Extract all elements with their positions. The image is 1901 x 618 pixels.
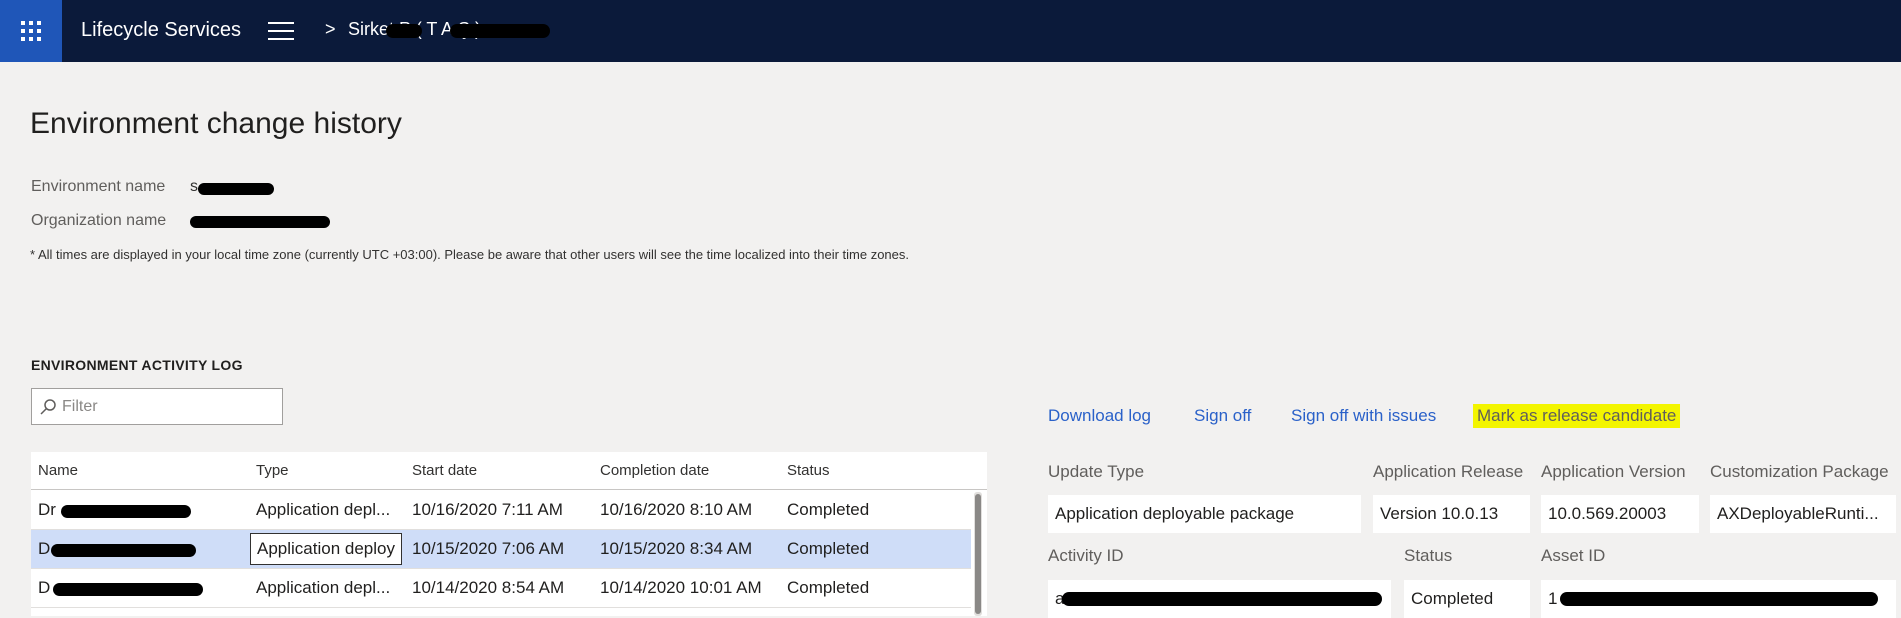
mark-release-candidate-link[interactable]: Mark as release candidate (1473, 404, 1681, 428)
application-version-label: Application Version (1541, 462, 1686, 481)
update-type-value: Application deployable package (1048, 495, 1361, 533)
cell-completion-date: 10/15/2020 8:34 AM (600, 539, 753, 558)
page-title: Environment change history (30, 107, 402, 140)
app-title[interactable]: Lifecycle Services (81, 19, 241, 42)
table-scrollbar[interactable] (974, 492, 982, 616)
redaction-mark (61, 505, 191, 518)
redaction-mark (1560, 592, 1878, 606)
activity-log-title: ENVIRONMENT ACTIVITY LOG (31, 357, 243, 373)
hamburger-menu-icon[interactable] (268, 22, 294, 40)
activity-id-label: Activity ID (1048, 546, 1124, 565)
filter-input[interactable] (62, 395, 272, 419)
column-header-status[interactable]: Status (787, 462, 830, 479)
cell-completion-date: 10/16/2020 8:10 AM (600, 500, 753, 519)
update-type-label: Update Type (1048, 462, 1145, 481)
cell-type: Application depl... (256, 500, 391, 519)
timezone-note: * All times are displayed in your local … (30, 247, 909, 262)
cell-start-date: 10/16/2020 7:11 AM (412, 500, 563, 519)
redaction-mark (386, 24, 422, 38)
cell-status: Completed (787, 578, 870, 597)
breadcrumb-chevron-icon: > (325, 19, 336, 39)
column-header-type[interactable]: Type (256, 462, 289, 479)
table-row[interactable]: Dr Application depl... 10/16/2020 7:11 A… (31, 491, 971, 530)
organization-name-label: Organization name (31, 212, 167, 229)
application-version-value: 10.0.569.20003 (1541, 495, 1699, 533)
redaction-mark (198, 183, 274, 195)
status-value: Completed (1404, 580, 1530, 618)
cell-status: Completed (787, 500, 870, 519)
customization-package-label: Customization Package (1710, 462, 1889, 481)
cell-type-focused[interactable]: Application deploy (250, 533, 402, 565)
column-header-completion-date[interactable]: Completion date (600, 462, 709, 479)
sign-off-with-issues-link[interactable]: Sign off with issues (1291, 406, 1436, 426)
application-release-label: Application Release (1373, 462, 1524, 481)
scrollbar-thumb[interactable] (975, 494, 981, 614)
cell-status: Completed (787, 539, 870, 558)
table-row-selected[interactable]: D Application deploy 10/15/2020 7:06 AM … (31, 530, 971, 569)
environment-name-value: s (190, 178, 198, 195)
app-launcher-icon[interactable] (0, 0, 62, 62)
redaction-mark (190, 216, 330, 228)
redaction-mark (450, 24, 550, 38)
sign-off-link[interactable]: Sign off (1194, 406, 1251, 426)
cell-name: D (38, 539, 51, 558)
cell-start-date: 10/14/2020 8:54 AM (412, 578, 565, 597)
redaction-mark (1062, 592, 1382, 606)
cell-name: D (38, 578, 51, 597)
status-label: Status (1404, 546, 1453, 565)
table-row[interactable]: D Application depl... 10/14/2020 8:54 AM… (31, 569, 971, 608)
table-header: Name Type Start date Completion date Sta… (31, 452, 987, 490)
cell-start-date: 10/15/2020 7:06 AM (412, 539, 565, 558)
activity-log-table: Name Type Start date Completion date Sta… (31, 452, 987, 616)
application-release-value: Version 10.0.13 (1373, 495, 1530, 533)
top-navigation-bar: Lifecycle Services > Sirket P ( T A.Ş.) (0, 0, 1901, 62)
download-log-link[interactable]: Download log (1048, 406, 1151, 426)
cell-completion-date: 10/14/2020 10:01 AM (600, 578, 762, 597)
column-header-name[interactable]: Name (38, 462, 78, 479)
column-header-start-date[interactable]: Start date (412, 462, 477, 479)
environment-name-label: Environment name (31, 178, 166, 195)
redaction-mark (53, 583, 203, 596)
asset-id-label: Asset ID (1541, 546, 1606, 565)
redaction-mark (51, 544, 196, 557)
filter-box[interactable] (31, 388, 283, 425)
search-icon (40, 399, 56, 415)
cell-type: Application depl... (256, 578, 391, 597)
cell-name: Dr (38, 500, 56, 519)
customization-package-value: AXDeployableRunti... (1710, 495, 1896, 533)
